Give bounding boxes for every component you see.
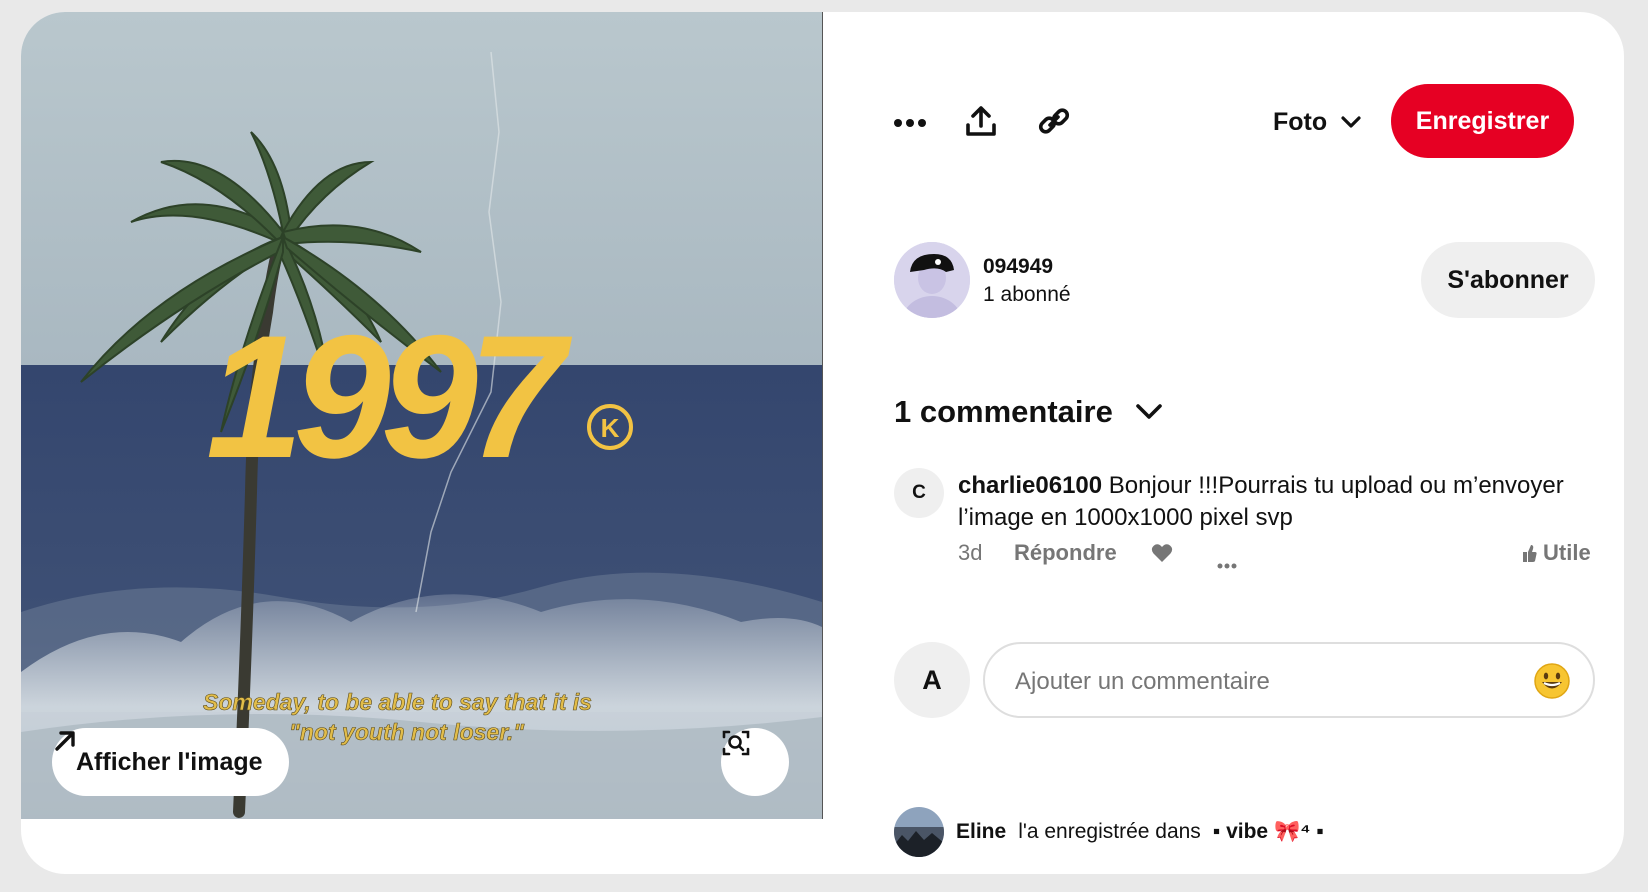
media-type-dropdown[interactable]: Foto — [1273, 102, 1361, 142]
comment-author[interactable]: charlie06100 — [958, 472, 1102, 499]
image-k-letter: K — [601, 413, 620, 443]
save-button[interactable]: Enregistrer — [1391, 84, 1574, 158]
saved-board-name[interactable]: ▪ vibe 🎀⁴ ▪ — [1213, 820, 1324, 844]
creator-name[interactable]: 094949 — [983, 255, 1053, 279]
creator-avatar[interactable] — [894, 242, 970, 318]
lens-search-icon — [722, 730, 750, 756]
thumbs-up-icon — [1523, 545, 1537, 562]
ellipsis-icon — [894, 119, 926, 127]
comment-input[interactable] — [1013, 662, 1517, 702]
comment-age: 3d — [958, 540, 983, 565]
smiley-emoji-icon — [1534, 663, 1570, 699]
ellipsis-icon — [1217, 563, 1237, 569]
my-avatar[interactable]: A — [894, 642, 970, 718]
reply-button[interactable]: Répondre — [1014, 540, 1117, 566]
visual-search-button[interactable] — [721, 728, 789, 796]
arrow-up-right-icon — [55, 731, 75, 751]
saved-activity: Eline l'a enregistrée dans ▪ vibe 🎀⁴ ▪ — [894, 807, 1324, 857]
creator-followers: 1 abonné — [983, 283, 1071, 306]
saver-name[interactable]: Eline — [956, 820, 1006, 844]
image-year-text: 1997 — [206, 300, 573, 495]
emoji-picker-button[interactable] — [1533, 662, 1571, 705]
pin-card: 1997 K Someday, to be able to say that i… — [21, 12, 1624, 874]
chevron-down-icon — [1136, 404, 1162, 419]
share-upload-icon — [966, 106, 996, 136]
view-image-button[interactable]: Afficher l'image — [52, 728, 289, 796]
saver-avatar[interactable] — [894, 807, 944, 857]
comments-count: 1 commentaire — [894, 394, 1113, 429]
heart-icon — [1151, 544, 1173, 562]
commenter-avatar[interactable]: C — [894, 468, 944, 518]
image-caption-line2: "not youth not loser." — [289, 719, 525, 745]
useful-label: Utile — [1543, 540, 1591, 565]
pin-image[interactable]: 1997 K Someday, to be able to say that i… — [21, 12, 823, 819]
like-button[interactable] — [1151, 543, 1173, 569]
chevron-down-icon — [1341, 116, 1361, 128]
follow-button[interactable]: S'abonner — [1421, 242, 1595, 318]
creator-avatar-graphic — [894, 242, 970, 318]
saved-action-text: l'a enregistrée dans — [1018, 820, 1201, 843]
copy-link-button[interactable] — [1031, 98, 1077, 144]
link-icon — [1038, 108, 1070, 134]
saver-avatar-graphic — [894, 807, 944, 857]
share-button[interactable] — [958, 98, 1004, 144]
comment-more-button[interactable] — [1217, 549, 1237, 575]
pin-image-graphic: 1997 K Someday, to be able to say that i… — [21, 12, 822, 819]
media-type-label: Foto — [1273, 107, 1328, 136]
more-options-button[interactable] — [887, 100, 933, 146]
comment-body: charlie06100 Bonjour !!!Pourrais tu uplo… — [958, 470, 1598, 534]
comment-composer[interactable] — [983, 642, 1595, 718]
view-image-label: Afficher l'image — [76, 747, 263, 776]
image-caption-line1: Someday, to be able to say that it is — [203, 689, 592, 715]
useful-button[interactable]: Utile — [1521, 540, 1591, 566]
comments-toggle[interactable]: 1 commentaire — [894, 394, 1163, 430]
